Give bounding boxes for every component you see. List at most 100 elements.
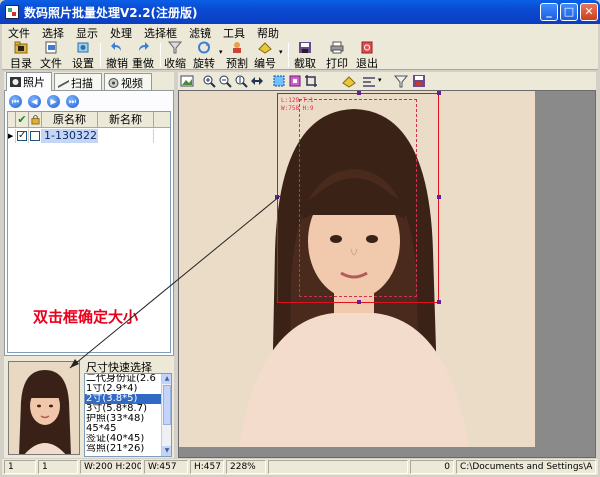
cell-new-name[interactable] xyxy=(98,129,154,143)
crop-handle-left[interactable] xyxy=(275,195,279,199)
image-icon[interactable] xyxy=(180,74,194,88)
list-item[interactable]: 2寸(3.8*5) xyxy=(85,394,161,404)
print-button[interactable]: 打印 xyxy=(324,41,350,70)
list-item[interactable]: 二代身份证(2.6 xyxy=(85,374,161,384)
capture-button[interactable]: 截取 xyxy=(292,41,318,70)
scanner-icon xyxy=(58,80,69,88)
highlight-icon[interactable] xyxy=(342,74,356,88)
next-icon[interactable]: ▶ xyxy=(47,95,60,108)
status-image-height: H:457 xyxy=(190,460,224,474)
tab-video[interactable]: 视频 xyxy=(104,73,152,90)
photo-icon xyxy=(10,77,21,87)
status-index: 1 xyxy=(4,460,36,474)
tab-scan[interactable]: 扫描 xyxy=(54,73,102,90)
undo-button[interactable]: 撤销 xyxy=(104,41,130,70)
settings-button[interactable]: 设置 xyxy=(70,41,96,70)
fit-width-icon[interactable] xyxy=(250,74,264,88)
shrink-button[interactable]: 收缩 xyxy=(162,41,188,70)
file-button[interactable]: 文件 xyxy=(38,41,64,70)
row-lock-checkbox[interactable] xyxy=(30,131,40,141)
redo-icon xyxy=(139,42,149,51)
row-indicator-header xyxy=(8,112,16,128)
save-frame-icon[interactable] xyxy=(412,74,426,88)
undo-icon xyxy=(111,42,121,51)
size-list[interactable]: 二代身份证(2.6 1寸(2.9*4) 2寸(3.8*5) 3寸(5.8*8.7… xyxy=(84,373,172,457)
size-list-scrollbar[interactable]: ▲ ▼ xyxy=(161,374,171,456)
align-dropdown-icon[interactable]: ▾ xyxy=(378,76,382,84)
photos-panel: ⏮ ◀ ▶ ⏭ ✔ 原名称 新名称 ▶ 1-13032211 双击框确定大小 xyxy=(4,90,174,356)
crop-handle-bottom-right[interactable] xyxy=(437,300,441,304)
tab-photos[interactable]: 照片 xyxy=(6,72,52,91)
crop-handle-bottom[interactable] xyxy=(357,300,361,304)
navigation-buttons: ⏮ ◀ ▶ ⏭ xyxy=(9,94,85,108)
row-select-checkbox[interactable] xyxy=(17,129,27,142)
portrait-photo: L:129-T:1 W:758 H:9 xyxy=(179,91,535,447)
status-path: C:\Documents and Settings\A xyxy=(456,460,596,474)
funnel-icon xyxy=(168,41,182,54)
scroll-up-icon[interactable]: ▲ xyxy=(162,374,171,384)
list-item[interactable]: 护照(33*48) xyxy=(85,414,161,424)
crop-frame-icon[interactable] xyxy=(288,74,302,88)
redo-button[interactable]: 重做 xyxy=(130,41,156,70)
numbering-dropdown-icon[interactable]: ▾ xyxy=(279,48,283,56)
fit-height-icon[interactable] xyxy=(234,74,248,88)
source-tabs: 照片 扫描 视频 xyxy=(4,72,174,91)
video-icon xyxy=(108,78,119,88)
rotate-dropdown-icon[interactable]: ▾ xyxy=(219,48,223,56)
menu-bar: 文件 选择 显示 处理 选择框 滤镜 工具 帮助 xyxy=(2,24,598,40)
current-row-indicator-icon: ▶ xyxy=(8,129,16,143)
first-icon[interactable]: ⏮ xyxy=(9,95,22,108)
maximize-button[interactable]: □ xyxy=(560,3,578,21)
status-blank xyxy=(268,460,408,474)
rotate-button[interactable]: 旋转 xyxy=(190,41,218,70)
photo-thumbnail xyxy=(8,361,80,455)
hint-annotation: 双击框确定大小 xyxy=(33,308,139,326)
numbering-button[interactable]: 编号 xyxy=(252,41,278,70)
exit-button[interactable]: 退出 xyxy=(354,41,380,70)
zoom-in-icon[interactable] xyxy=(202,74,216,88)
last-icon[interactable]: ⏭ xyxy=(66,95,79,108)
align-icon[interactable] xyxy=(362,74,376,88)
list-item[interactable]: 签证(40*45) xyxy=(85,434,161,444)
cell-original-name[interactable]: 1-13032211 xyxy=(42,129,98,143)
left-pane: 照片 扫描 视频 ⏮ ◀ ▶ ⏭ ✔ 原名称 新名称 ▶ ✓ 1-130322 … xyxy=(4,72,174,458)
filter-icon[interactable] xyxy=(394,74,408,88)
crop-handle-top[interactable] xyxy=(357,91,361,95)
column-original-name[interactable]: 原名称 xyxy=(42,112,98,128)
list-item[interactable]: 3寸(5.8*8.7) xyxy=(85,404,161,414)
rotate-icon xyxy=(198,41,210,54)
list-item[interactable]: 1寸(2.9*4) xyxy=(85,384,161,394)
lock-icon[interactable] xyxy=(29,112,42,128)
title-bar: 数码照片批量处理V2.2(注册版) _ □ ✕ xyxy=(0,0,600,24)
table-row[interactable]: ▶ 1-13032211 xyxy=(8,129,170,143)
close-button[interactable]: ✕ xyxy=(580,3,598,21)
status-zoom: 228% xyxy=(226,460,266,474)
crop-handle-top-right[interactable] xyxy=(437,91,441,95)
lower-left-panel: 尺寸快速选择 二代身份证(2.6 1寸(2.9*4) 2寸(3.8*5) 3寸(… xyxy=(4,359,174,458)
grid-header: ✔ 原名称 新名称 xyxy=(8,112,170,128)
pre-cut-button[interactable]: 预割 xyxy=(224,41,250,70)
crop-icon[interactable] xyxy=(304,74,318,88)
zoom-out-icon[interactable] xyxy=(218,74,232,88)
scroll-down-icon[interactable]: ▼ xyxy=(162,446,171,456)
check-all-icon[interactable]: ✔ xyxy=(16,112,29,128)
status-count: 1 xyxy=(38,460,78,474)
column-new-name[interactable]: 新名称 xyxy=(98,112,154,128)
crop-handle-right[interactable] xyxy=(437,195,441,199)
previous-icon[interactable]: ◀ xyxy=(28,95,41,108)
view-toolbar: ▾ xyxy=(178,72,596,90)
minimize-button[interactable]: _ xyxy=(540,3,558,21)
person-icon xyxy=(233,42,241,53)
list-item[interactable]: 驾照(21*26) xyxy=(85,444,161,454)
select-box-icon[interactable] xyxy=(272,74,286,88)
status-bar: 1 1 W:200 H:200 W:457 H:457 228% 0 C:\Do… xyxy=(2,459,598,475)
size-quick-select: 尺寸快速选择 二代身份证(2.6 1寸(2.9*4) 2寸(3.8*5) 3寸(… xyxy=(84,359,174,458)
directory-button[interactable]: 目录 xyxy=(8,41,34,70)
app-icon xyxy=(5,5,19,19)
scroll-thumb[interactable] xyxy=(163,385,171,425)
settings-icon xyxy=(77,42,89,53)
toolbar-separator xyxy=(100,43,101,67)
list-item[interactable]: 45*45 xyxy=(85,424,161,434)
image-view[interactable]: L:129-T:1 W:758 H:9 xyxy=(178,90,596,458)
main-toolbar: 目录 文件 设置 撤销 重做 收缩 旋转 ▾ 预割 编号 ▾ 截取 打印 退出 xyxy=(2,40,598,70)
